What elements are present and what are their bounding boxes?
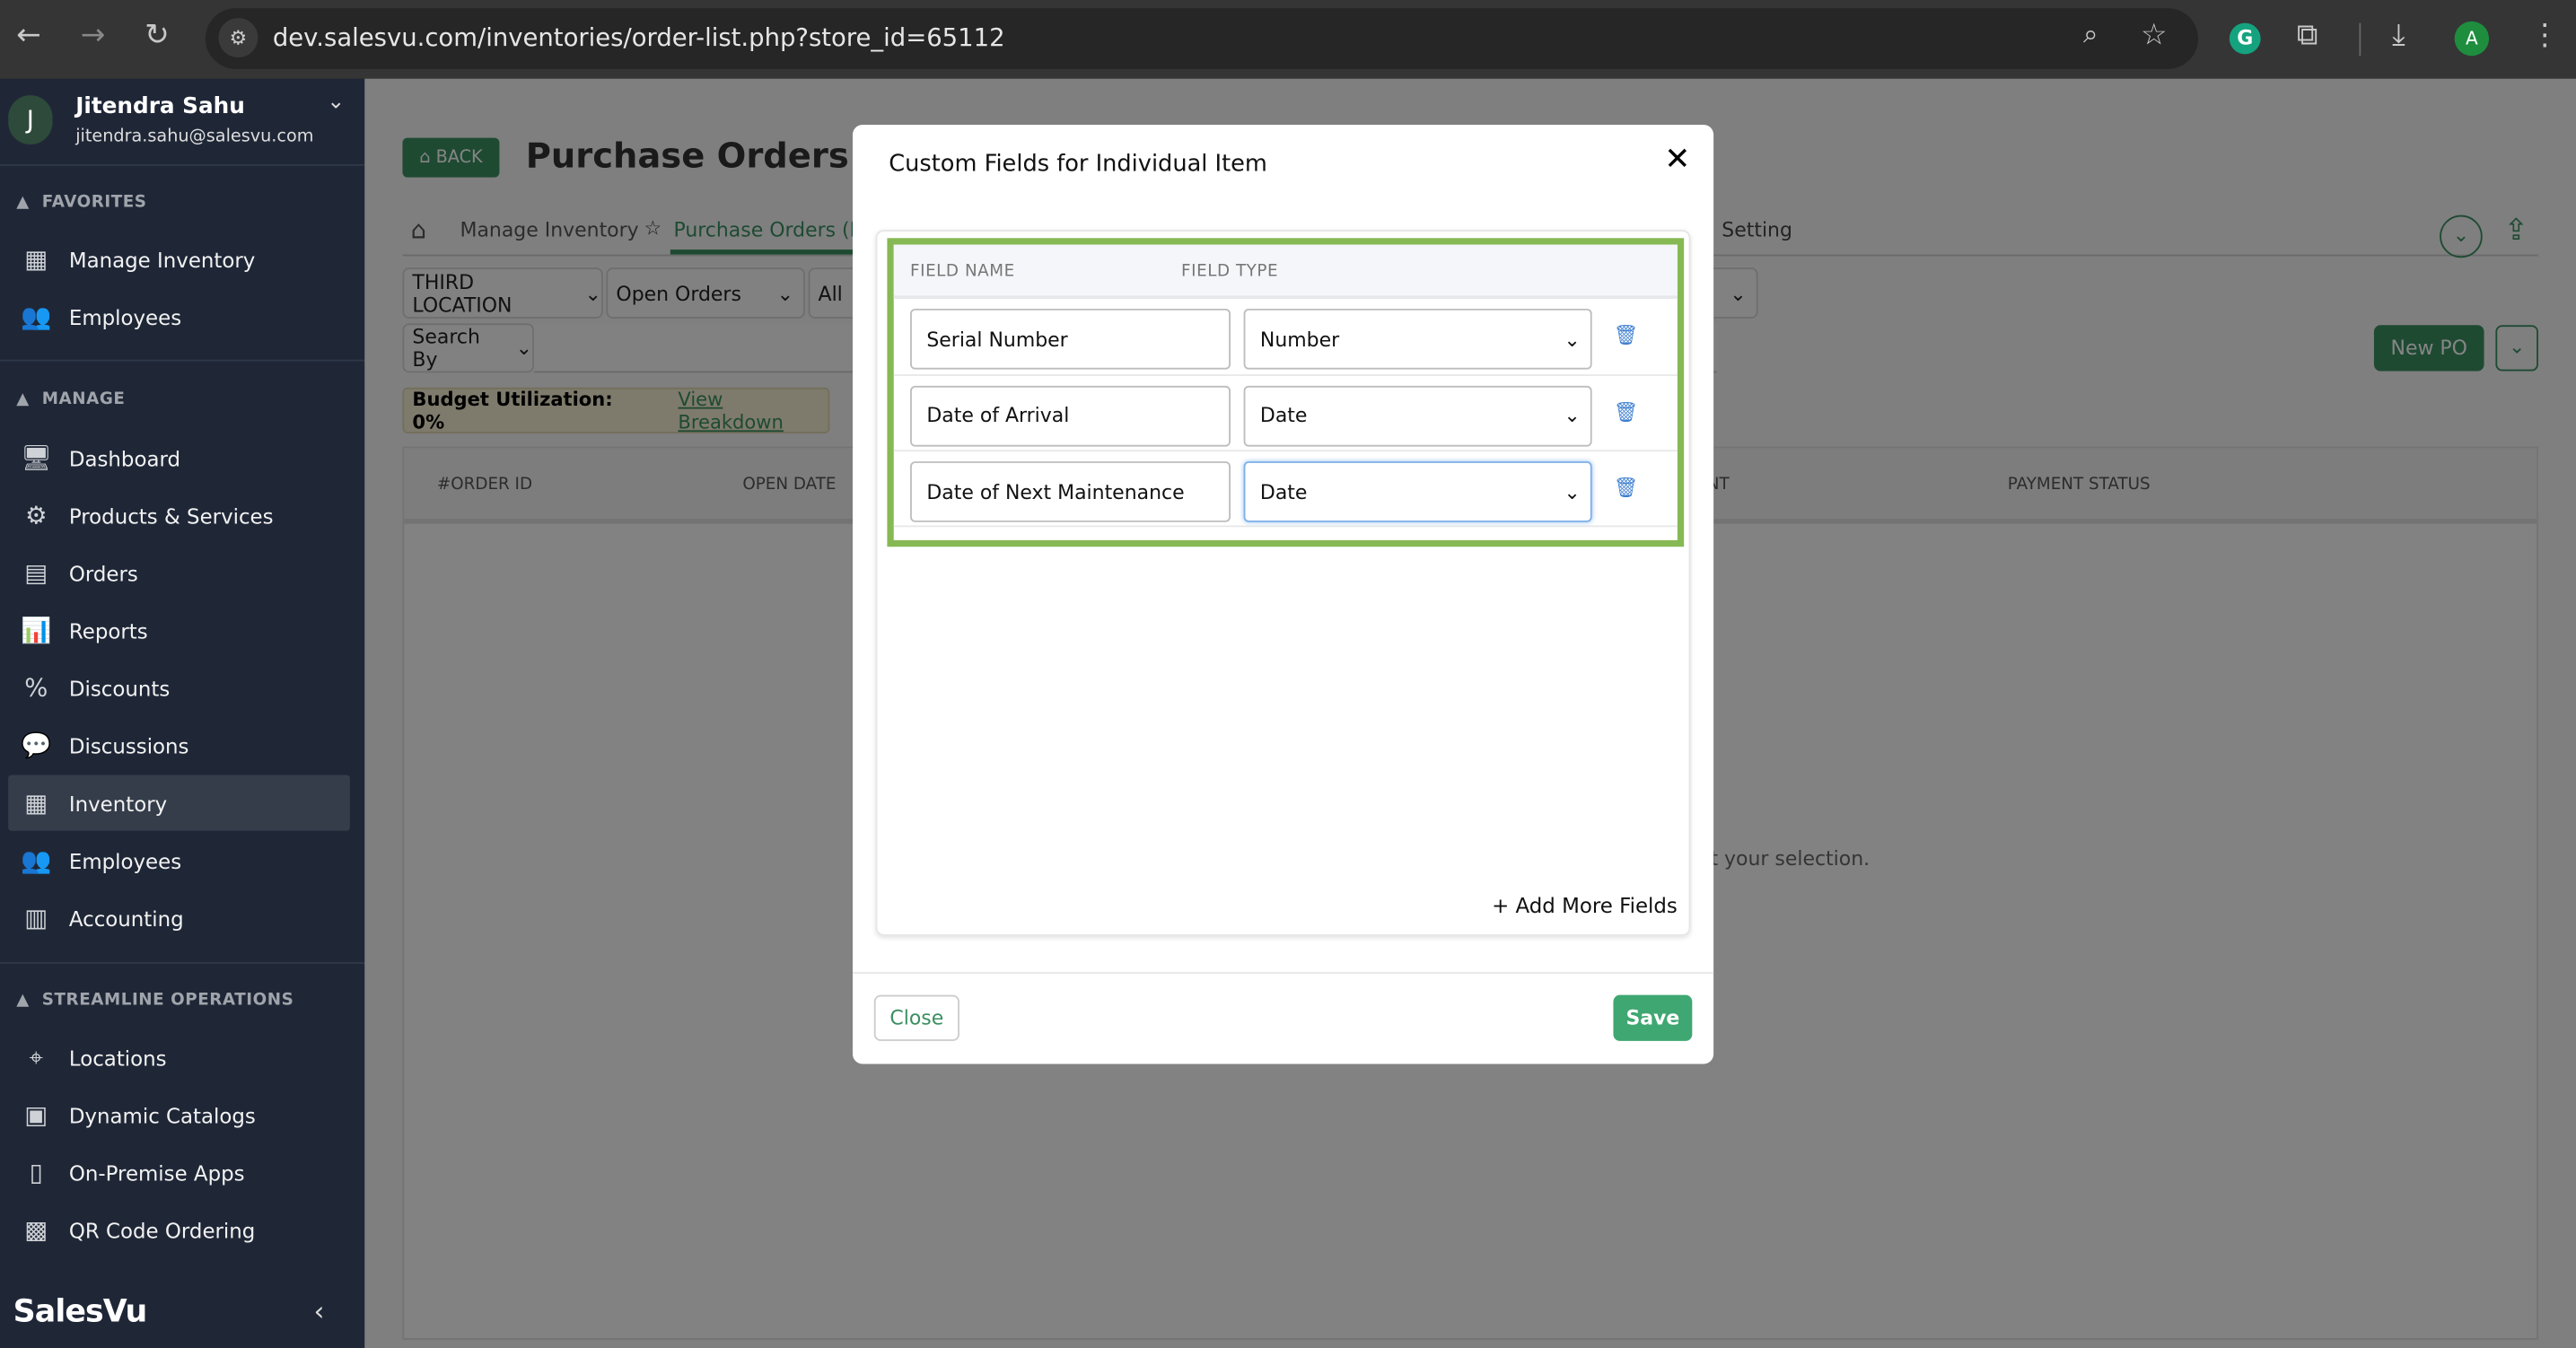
user-email: jitendra.sahu@salesvu.com <box>75 126 314 146</box>
sidebar-item-label: Employees <box>68 847 182 873</box>
sidebar-item-employees[interactable]: 👥 Employees <box>8 833 350 888</box>
close-icon[interactable]: ✕ <box>1664 141 1690 177</box>
sidebar-item-label: Inventory <box>68 790 168 816</box>
sidebar-item-dashboard[interactable]: 🖥 Dashboard <box>8 430 350 486</box>
highlight-box: FIELD NAME FIELD TYPE Serial Number Numb… <box>887 238 1685 547</box>
sidebar-item-label: Orders <box>68 560 138 586</box>
divider <box>0 163 365 166</box>
sidebar-item-label: Products & Services <box>68 503 274 529</box>
back-icon[interactable]: ← <box>16 18 41 52</box>
sidebar-item-label: Discounts <box>68 675 171 701</box>
sidebar-item-on-premise-apps[interactable]: ▯ On-Premise Apps <box>8 1144 350 1200</box>
bookmark-star-icon[interactable]: ☆ <box>2141 18 2168 52</box>
reports-icon: 📊 <box>21 616 52 645</box>
sidebar-item-dynamic-catalogs[interactable]: ▣ Dynamic Catalogs <box>8 1087 350 1142</box>
field-name-input[interactable]: Serial Number <box>910 308 1231 370</box>
pos-terminal-icon: ▯ <box>29 1157 43 1187</box>
delete-field-icon[interactable]: 🗑 <box>1613 399 1638 423</box>
delete-field-icon[interactable]: 🗑 <box>1613 323 1638 346</box>
sidebar-item-inventory[interactable]: ▦ Inventory <box>8 775 350 831</box>
field-type-select[interactable]: Date ⌄ <box>1243 461 1592 522</box>
discount-icon: % <box>24 673 48 704</box>
sidebar-item-label: Reports <box>68 617 148 643</box>
employees-icon: 👥 <box>21 845 52 876</box>
qr-code-icon: ▩ <box>24 1214 48 1245</box>
field-type-header: FIELD TYPE <box>1181 262 1279 281</box>
inventory-icon: ▦ <box>24 788 48 818</box>
avatar: J <box>8 95 53 144</box>
user-menu-chevron-icon[interactable]: ⌄ <box>327 91 345 115</box>
sidebar-section-header[interactable]: ▲ STREAMLINE OPERATIONS <box>16 992 294 1010</box>
sidebar-item-label: Dashboard <box>68 445 181 471</box>
sidebar-item-discounts[interactable]: % Discounts <box>8 660 350 715</box>
field-row: Serial Number Number ⌄ 🗑 <box>893 299 1678 376</box>
sidebar-item-employees[interactable]: 👥 Employees <box>8 289 350 345</box>
forward-icon[interactable]: → <box>81 18 106 52</box>
sidebar-item-discussions[interactable]: 💬 Discussions <box>8 717 350 773</box>
close-button[interactable]: Close <box>873 994 959 1041</box>
catalog-icon: ▣ <box>24 1099 48 1130</box>
chevron-down-icon: ⌄ <box>1564 327 1581 351</box>
user-name: Jitendra Sahu <box>75 93 245 120</box>
divider <box>852 972 1714 974</box>
field-row: Date of Arrival Date ⌄ 🗑 <box>893 375 1678 452</box>
zoom-icon[interactable]: ⌕ <box>2083 18 2098 51</box>
sidebar-item-label: Dynamic Catalogs <box>68 1102 256 1127</box>
address-bar[interactable]: ⚙ dev.salesvu.com/inventories/order-list… <box>205 8 2199 69</box>
sidebar-item-label: Employees <box>68 304 182 329</box>
delete-field-icon[interactable]: 🗑 <box>1613 477 1638 500</box>
orders-icon: ▤ <box>24 558 48 588</box>
collapse-sidebar-icon[interactable]: ‹ <box>314 1295 325 1326</box>
field-type-select[interactable]: Number ⌄ <box>1243 308 1592 370</box>
sidebar: J Jitendra Sahu jitendra.sahu@salesvu.co… <box>0 78 365 1348</box>
divider <box>0 359 365 362</box>
sidebar-section-header[interactable]: ▲ MANAGE <box>16 390 125 408</box>
sidebar-section-header[interactable]: ▲ FAVORITES <box>16 194 146 212</box>
toolbar-divider <box>2359 22 2361 57</box>
accounting-icon: ▥ <box>24 903 48 933</box>
url-text[interactable]: dev.salesvu.com/inventories/order-list.p… <box>273 23 1005 53</box>
sidebar-item-accounting[interactable]: ▥ Accounting <box>8 890 350 946</box>
sidebar-item-label: Accounting <box>68 905 184 931</box>
menu-icon[interactable]: ⋮ <box>2530 18 2560 52</box>
browser-toolbar: ← → ↻ ⚙ dev.salesvu.com/inventories/orde… <box>0 0 2576 79</box>
custom-fields-modal: Custom Fields for Individual Item ✕ + Ad… <box>852 125 1714 1064</box>
inventory-icon: ▦ <box>24 244 48 275</box>
add-more-fields-button[interactable]: + Add More Fields <box>1492 893 1678 917</box>
field-row: Date of Next Maintenance Date ⌄ 🗑 <box>893 451 1678 528</box>
site-settings-icon[interactable]: ⚙ <box>218 18 258 58</box>
employees-icon: 👥 <box>21 302 52 332</box>
sidebar-item-qr-code-ordering[interactable]: ▩ QR Code Ordering <box>8 1202 350 1257</box>
sidebar-item-locations[interactable]: ⌖ Locations <box>8 1029 350 1085</box>
sidebar-item-orders[interactable]: ▤ Orders <box>8 545 350 600</box>
sidebar-item-label: Discussions <box>68 732 189 758</box>
field-name-header: FIELD NAME <box>910 262 1015 281</box>
location-icon: ⌖ <box>29 1042 43 1072</box>
chevron-down-icon: ⌄ <box>1564 480 1581 503</box>
profile-avatar[interactable]: A <box>2454 21 2490 57</box>
extensions-icon[interactable]: ⧉ <box>2297 18 2318 52</box>
field-type-select[interactable]: Date ⌄ <box>1243 385 1592 446</box>
sidebar-item-label: Locations <box>68 1045 167 1070</box>
chevron-down-icon: ⌄ <box>1564 404 1581 427</box>
sidebar-item-reports[interactable]: 📊 Reports <box>8 602 350 658</box>
field-name-input[interactable]: Date of Arrival <box>910 385 1231 446</box>
sidebar-item-manage-inventory[interactable]: ▦ Manage Inventory <box>8 232 350 287</box>
discussions-icon: 💬 <box>21 731 52 761</box>
download-icon[interactable]: ⤓ <box>2392 18 2405 52</box>
dashboard-icon: 🖥 <box>20 442 52 473</box>
modal-title: Custom Fields for Individual Item <box>889 151 1267 178</box>
sidebar-item-label: Manage Inventory <box>68 247 256 272</box>
sidebar-item-products-services[interactable]: ⚙ Products & Services <box>8 487 350 543</box>
salesvu-logo: SalesVu <box>13 1293 148 1330</box>
reload-icon[interactable]: ↻ <box>145 18 170 52</box>
field-name-input[interactable]: Date of Next Maintenance <box>910 461 1231 522</box>
grammarly-icon[interactable]: G <box>2229 22 2261 55</box>
sidebar-item-label: QR Code Ordering <box>68 1217 256 1243</box>
save-button[interactable]: Save <box>1613 994 1693 1041</box>
sidebar-item-label: On-Premise Apps <box>68 1160 245 1185</box>
products-icon: ⚙ <box>24 500 48 530</box>
divider <box>0 962 365 964</box>
